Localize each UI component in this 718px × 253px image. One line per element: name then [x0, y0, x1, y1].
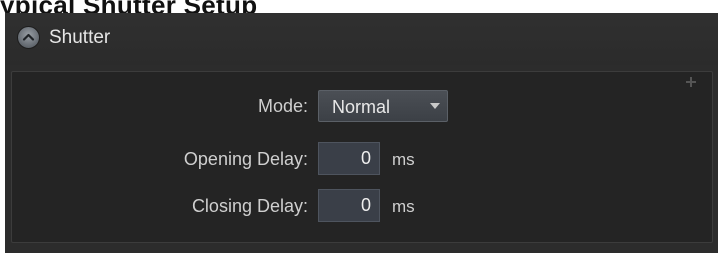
- mode-dropdown[interactable]: Normal: [318, 90, 448, 122]
- opening-delay-label: Opening Delay:: [183, 149, 308, 169]
- panel-header: Shutter: [5, 13, 718, 65]
- shutter-panel: Shutter Mode: Normal Opening Delay: ms C…: [5, 13, 718, 253]
- opening-delay-unit: ms: [392, 150, 415, 169]
- chevron-up-icon: [22, 33, 35, 41]
- mode-dropdown-value: Normal: [332, 97, 391, 117]
- document-heading-fragment: ypical Shutter Setup: [0, 0, 718, 14]
- settings-group: Mode: Normal Opening Delay: ms Closing D…: [11, 71, 713, 243]
- plus-icon[interactable]: [685, 76, 697, 88]
- closing-delay-input[interactable]: [318, 189, 380, 222]
- document-heading-text: ypical Shutter Setup: [0, 0, 257, 14]
- collapse-button[interactable]: [17, 26, 40, 49]
- mode-label: Mode:: [257, 96, 308, 116]
- dropdown-arrow-icon: [430, 103, 440, 109]
- opening-delay-input[interactable]: [318, 142, 380, 175]
- panel-title: Shutter: [49, 27, 111, 48]
- closing-delay-unit: ms: [392, 197, 415, 216]
- closing-delay-label: Closing Delay:: [191, 196, 308, 216]
